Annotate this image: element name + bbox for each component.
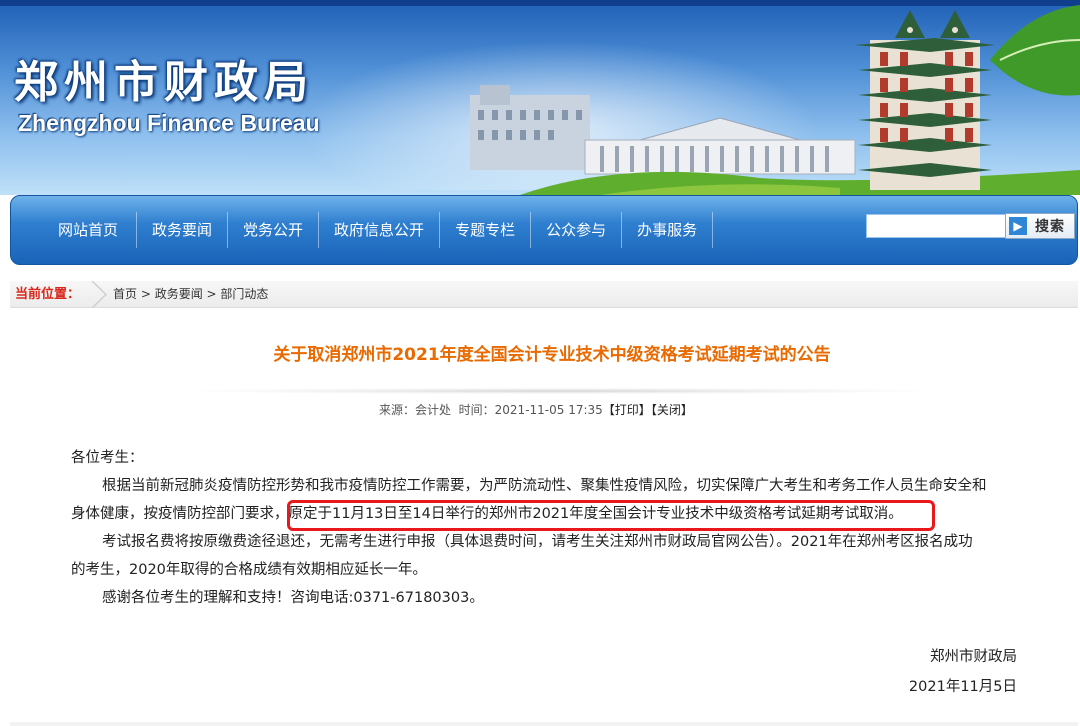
- breadcrumb-separator: >: [137, 287, 155, 301]
- breadcrumb-link-dept[interactable]: 部门动态: [220, 287, 268, 301]
- nav-item-home[interactable]: 网站首页: [54, 212, 138, 248]
- article-source: 来源：会计处: [379, 403, 452, 417]
- close-link[interactable]: 【关闭】: [651, 403, 693, 417]
- bottom-divider: [10, 722, 1078, 726]
- paragraph-1-line-1: 根据当前新冠肺炎疫情防控形势和我市疫情防控工作需要，为严防流动性、聚集性疫情风险…: [102, 478, 987, 494]
- article-signature: 郑州市财政局: [930, 649, 1017, 665]
- paragraph-2-line-2: 的考生，2020年取得的合格成绩有效期相应延长一年。: [71, 562, 427, 578]
- breadcrumb: 当前位置： 首页 > 政务要闻 > 部门动态: [10, 281, 1078, 308]
- breadcrumb-link-news[interactable]: 政务要闻: [155, 287, 203, 301]
- article-signature-block: 郑州市财政局 2021年11月5日: [909, 642, 1017, 702]
- breadcrumb-label: 当前位置：: [15, 287, 81, 302]
- site-title-cn: 郑州市财政局: [14, 57, 314, 108]
- banner-pagoda: [855, 10, 995, 190]
- article-date: 2021年11月5日: [908, 679, 1017, 695]
- site-banner: 郑州市财政局 Zhengzhou Finance Bureau: [0, 0, 1080, 195]
- print-link[interactable]: 【打印】: [603, 403, 651, 417]
- paragraph-2-line-1: 考试报名费将按原缴费途径退还，无需考生进行申报（具体退费时间，请考生关注郑州市财…: [102, 534, 973, 550]
- paragraph-3: 感谢各位考生的理解和支持！咨询电话:0371-67180303。: [102, 590, 484, 606]
- site-title-en: Zhengzhou Finance Bureau: [18, 110, 320, 136]
- banner-leaf: [990, 5, 1080, 96]
- breadcrumb-links: 首页 > 政务要闻 > 部门动态: [113, 281, 268, 308]
- article-salutation: 各位考生：: [71, 450, 144, 466]
- nav-item-services[interactable]: 办事服务: [622, 212, 714, 248]
- banner-hall: [584, 117, 856, 175]
- article-time: 时间：2021-11-05 17:35: [458, 403, 603, 417]
- article-title: 关于取消郑州市2021年度全国会计专业技术中级资格考试延期考试的公告: [273, 345, 831, 365]
- nav-item-gov-info[interactable]: 政府信息公开: [319, 212, 441, 248]
- breadcrumb-separator: >: [202, 287, 221, 301]
- breadcrumb-chevron-icon: [91, 281, 108, 308]
- breadcrumb-link-home[interactable]: 首页: [113, 287, 137, 301]
- search-button[interactable]: ▶ 搜索: [1005, 213, 1075, 239]
- highlight-box: [287, 500, 935, 531]
- paragraph-1-line-2-lead: 身体健康，按疫情防控部门要求，: [71, 506, 289, 522]
- search-button-label: 搜索: [1035, 219, 1065, 235]
- nav-item-topics[interactable]: 专题专栏: [440, 212, 532, 248]
- banner-building-left: [470, 85, 590, 170]
- title-divider: [200, 388, 920, 394]
- main-nav: 网站首页 政务要闻 党务公开 政府信息公开 专题专栏 公众参与 办事服务 ▶ 搜…: [10, 195, 1078, 265]
- article-meta: 来源：会计处 时间：2021-11-05 17:35【打印】【关闭】: [379, 401, 693, 418]
- nav-item-participation[interactable]: 公众参与: [531, 212, 623, 248]
- nav-items: 网站首页 政务要闻 党务公开 政府信息公开 专题专栏 公众参与 办事服务: [54, 196, 714, 264]
- nav-item-news[interactable]: 政务要闻: [137, 212, 229, 248]
- nav-item-party-affairs[interactable]: 党务公开: [228, 212, 320, 248]
- search-input[interactable]: [866, 214, 1006, 238]
- arrow-right-icon: ▶: [1009, 217, 1027, 235]
